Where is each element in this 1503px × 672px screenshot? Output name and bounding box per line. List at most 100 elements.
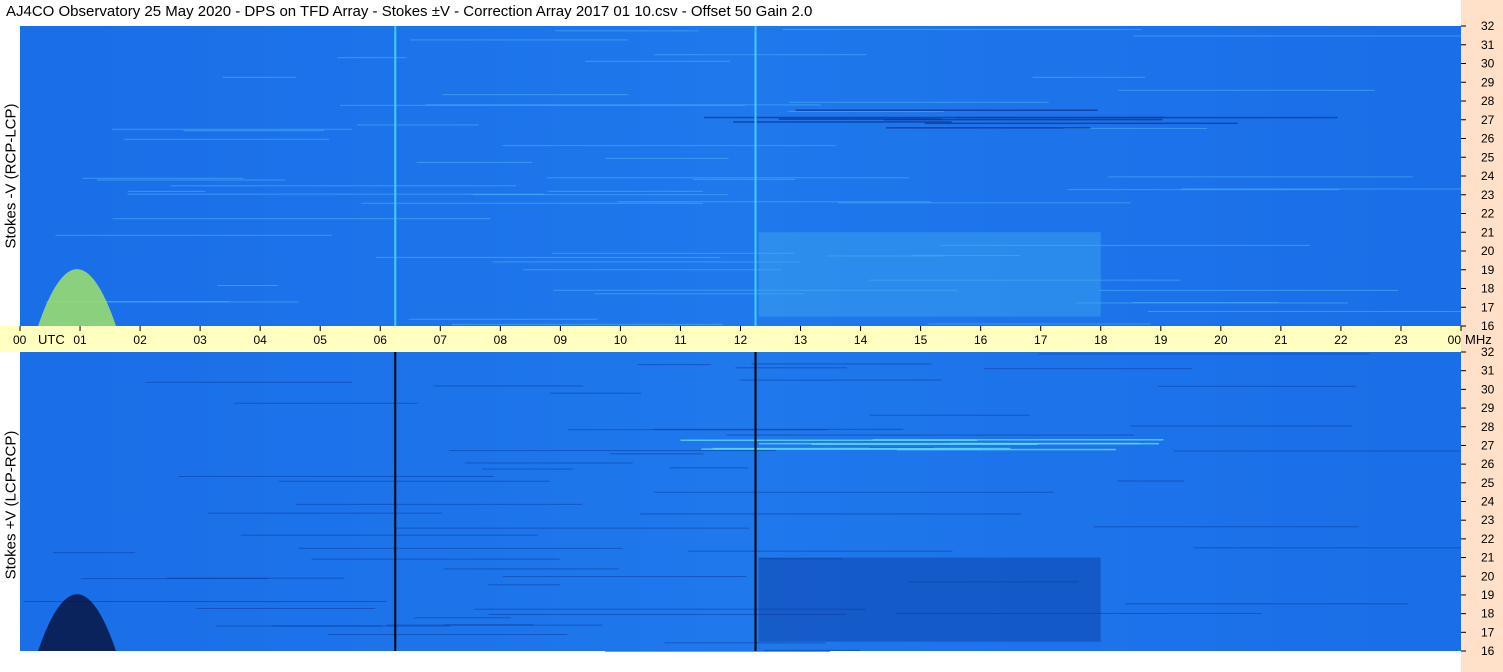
y-tick-label: 18 — [1481, 282, 1495, 296]
noise-streak — [1117, 480, 1185, 482]
y-tick-label: 22 — [1481, 532, 1495, 546]
noise-streak — [1125, 603, 1409, 605]
noise-streak — [547, 190, 703, 192]
y-tick-label: 17 — [1481, 300, 1495, 314]
noise-streak — [433, 385, 584, 387]
noise-streak — [585, 60, 731, 62]
x-tick-label: 13 — [794, 333, 808, 347]
spectrogram-panel-2 — [20, 352, 1461, 651]
x-tick-label: 01 — [73, 333, 87, 347]
noise-streak — [617, 201, 931, 203]
noise-streak — [55, 234, 332, 236]
noise-streak — [928, 323, 1151, 325]
noise-streak — [111, 128, 352, 130]
x-tick-label: 05 — [314, 333, 328, 347]
noise-streak — [361, 202, 704, 204]
noise-streak — [726, 434, 1135, 436]
noise-streak — [196, 607, 376, 609]
y-tick-label: 27 — [1481, 113, 1495, 127]
noise-streak — [492, 261, 800, 263]
y-tick-label: 22 — [1481, 207, 1495, 221]
y-tick-label: 30 — [1481, 57, 1495, 71]
y-tick-label: 30 — [1481, 382, 1495, 396]
noise-streak — [234, 402, 419, 404]
noise-streak — [178, 475, 494, 477]
noise-streak — [170, 185, 517, 187]
y-tick-label: 24 — [1481, 495, 1495, 509]
y-tick-label: 28 — [1481, 420, 1495, 434]
noise-streak — [442, 94, 629, 96]
noise-streak — [1181, 188, 1461, 190]
spectrogram-chart: 16 17 18 19 20 21 22 23 24 25 26 27 28 29 30 31 32 16 17 18… — [13, 19, 1495, 658]
y-tick-label: 17 — [1481, 625, 1495, 639]
x-unit-label: UTC — [38, 332, 65, 347]
band-streak — [955, 116, 1338, 119]
y-tick-label: 26 — [1481, 457, 1495, 471]
y-tick-label: 32 — [1481, 345, 1495, 359]
noise-streak — [735, 367, 847, 369]
band-streak — [701, 448, 982, 450]
x-tick-label: 00 — [13, 333, 27, 347]
spectrogram-panel-1 — [20, 26, 1461, 326]
noise-streak — [166, 577, 344, 579]
x-tick-label: 08 — [494, 333, 508, 347]
noise-streak — [751, 363, 932, 365]
noise-streak — [654, 54, 867, 56]
band-streak — [886, 127, 1091, 129]
y-tick-label: 32 — [1481, 19, 1495, 33]
band-streak — [795, 109, 1098, 111]
noise-streak — [488, 584, 560, 586]
x-tick-label: 02 — [133, 333, 147, 347]
noise-streak — [788, 101, 1049, 103]
y-tick-label: 16 — [1481, 319, 1495, 333]
noise-streak — [311, 558, 560, 560]
noise-streak — [410, 39, 629, 41]
y-tick-label: 24 — [1481, 169, 1495, 183]
x-tick-label: 17 — [1034, 333, 1048, 347]
y-tick-label: 21 — [1481, 551, 1495, 565]
y-tick-label: 16 — [1481, 644, 1495, 658]
y-tick-label: 31 — [1481, 364, 1495, 378]
noise-streak — [443, 624, 533, 626]
noise-streak — [82, 177, 244, 179]
emission-region — [758, 232, 1101, 317]
noise-streak — [357, 124, 479, 126]
noise-streak — [546, 177, 910, 179]
noise-streak — [787, 110, 945, 112]
noise-streak — [983, 368, 1193, 370]
x-tick-label: 06 — [374, 333, 388, 347]
band-streak — [680, 439, 978, 442]
x-tick-label: 07 — [434, 333, 448, 347]
x-tick-label: 16 — [974, 333, 988, 347]
noise-streak — [668, 467, 748, 469]
noise-streak — [443, 568, 620, 570]
noise-streak — [123, 138, 330, 140]
x-tick-label: 22 — [1334, 333, 1348, 347]
noise-streak — [555, 30, 699, 32]
noise-streak — [782, 29, 1142, 31]
noise-streak — [552, 252, 795, 254]
noise-streak — [375, 256, 721, 258]
y-unit-label: MHz — [1465, 332, 1492, 347]
y-tick-label: 25 — [1481, 150, 1495, 164]
noise-streak — [605, 157, 729, 159]
x-tick-label: 04 — [253, 333, 267, 347]
y-tick-label: 20 — [1481, 569, 1495, 583]
noise-streak — [869, 414, 1030, 416]
y-tick-label: 21 — [1481, 225, 1495, 239]
emission-region — [758, 557, 1101, 642]
x-tick-label: 23 — [1394, 333, 1408, 347]
y-tick-label: 26 — [1481, 132, 1495, 146]
noise-streak — [472, 194, 728, 196]
noise-streak — [654, 491, 1054, 493]
noise-streak — [1108, 176, 1413, 178]
noise-streak — [425, 104, 821, 106]
noise-streak — [452, 323, 724, 325]
x-tick-label: 00 — [1448, 333, 1462, 347]
noise-streak — [272, 625, 382, 627]
noise-streak — [739, 379, 943, 381]
noise-streak — [53, 552, 135, 554]
noise-streak — [1038, 353, 1370, 355]
noise-streak — [605, 650, 831, 652]
noise-streak — [102, 301, 230, 303]
